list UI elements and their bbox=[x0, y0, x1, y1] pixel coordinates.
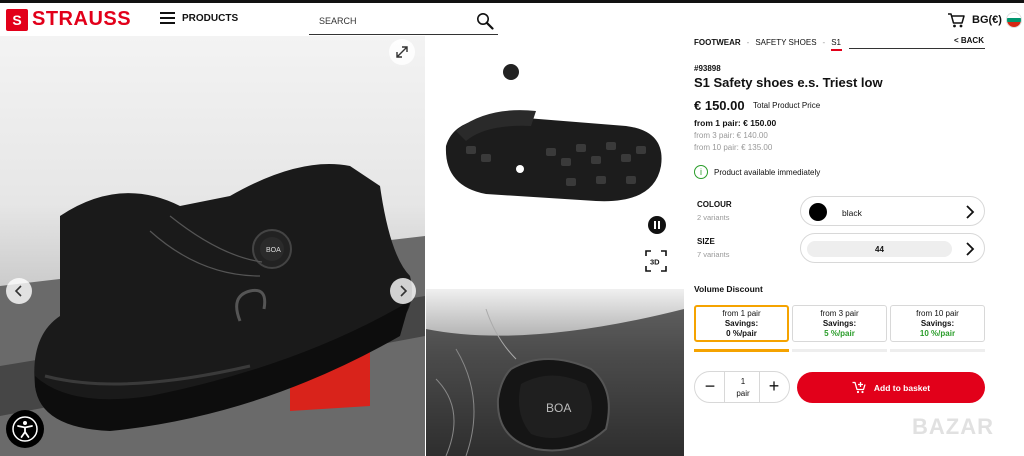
price-note: Total Product Price bbox=[753, 101, 821, 110]
view-3d-button[interactable]: 3D bbox=[645, 250, 667, 272]
volume-tier-savings: 10 %/pair bbox=[919, 329, 956, 338]
boa-dial-photo: BOA bbox=[426, 308, 684, 456]
breadcrumb-s1[interactable]: S1 bbox=[831, 38, 842, 51]
boa-detail-label: BOA bbox=[546, 401, 571, 415]
view-3d-label: 3D bbox=[650, 258, 660, 267]
chevron-left-icon bbox=[14, 285, 22, 297]
breadcrumb-separator: - bbox=[746, 37, 750, 47]
view-3d-icon: 3D bbox=[645, 250, 667, 272]
chevron-right-icon bbox=[966, 205, 975, 219]
colour-swatch-black bbox=[809, 203, 827, 221]
product-image-detail[interactable]: BOA bbox=[426, 289, 684, 456]
product-image-sole[interactable]: 3D bbox=[426, 36, 684, 288]
availability-status: i Product available immediately bbox=[694, 165, 820, 179]
volume-tier-savings-label: Savings: bbox=[920, 319, 955, 328]
products-menu-label: PRODUCTS bbox=[182, 12, 239, 24]
volume-tier-savings: 0 %/pair bbox=[726, 329, 757, 338]
volume-tier-10-pair[interactable]: from 10 pair Savings: 10 %/pair bbox=[890, 305, 985, 342]
colour-value: black bbox=[842, 208, 862, 218]
next-image-button[interactable] bbox=[390, 278, 416, 304]
quantity-stepper: − 1 pair + bbox=[694, 371, 790, 403]
quantity-input[interactable]: 1 bbox=[725, 377, 761, 386]
search-icon[interactable] bbox=[476, 12, 494, 30]
chevron-right-icon bbox=[966, 242, 975, 256]
size-selector[interactable]: 44 bbox=[800, 233, 985, 263]
breadcrumb-separator: - bbox=[822, 37, 826, 47]
search-input[interactable] bbox=[309, 9, 469, 33]
volume-tier-savings-label: Savings: bbox=[822, 319, 857, 328]
price-tier-2: from 3 pair: € 140.00 bbox=[694, 131, 768, 140]
volume-tier-indicator bbox=[890, 349, 985, 352]
previous-image-button[interactable] bbox=[6, 278, 32, 304]
volume-tier-1-pair[interactable]: from 1 pair Savings: 0 %/pair bbox=[694, 305, 789, 342]
product-price: € 150.00 bbox=[694, 98, 745, 113]
product-sku: #93898 bbox=[694, 64, 721, 73]
price-tier-1: from 1 pair: € 150.00 bbox=[694, 118, 777, 128]
pause-icon bbox=[654, 221, 660, 229]
chevron-right-icon bbox=[400, 285, 408, 297]
availability-text: Product available immediately bbox=[714, 167, 821, 177]
search-bar bbox=[309, 9, 498, 35]
expand-image-button[interactable] bbox=[389, 39, 415, 65]
back-link[interactable]: < BACK bbox=[954, 36, 984, 45]
bazar-watermark: BAZAR bbox=[912, 414, 994, 439]
accessibility-button[interactable] bbox=[6, 410, 44, 448]
breadcrumb: FOOTWEAR - SAFETY SHOES - S1 < BACK bbox=[694, 36, 986, 51]
info-icon: i bbox=[694, 165, 708, 179]
colour-selector[interactable]: black bbox=[800, 196, 985, 226]
strauss-logo[interactable]: S STRAUSS bbox=[6, 8, 131, 31]
product-image-main[interactable]: BOA bbox=[0, 36, 425, 456]
expand-icon bbox=[396, 46, 408, 58]
volume-tier-indicator bbox=[792, 349, 887, 352]
volume-tier-label: from 3 pair bbox=[820, 309, 859, 318]
quantity-decrease-button[interactable]: − bbox=[698, 375, 722, 399]
quantity-unit: pair bbox=[736, 389, 750, 398]
site-header: S STRAUSS PRODUCTS BG(€) bbox=[0, 0, 1024, 36]
hamburger-icon bbox=[160, 12, 175, 24]
size-value: 44 bbox=[807, 241, 952, 257]
breadcrumb-divider bbox=[849, 48, 985, 49]
logo-text: STRAUSS bbox=[32, 8, 132, 30]
language-currency-selector[interactable]: BG(€) bbox=[972, 14, 1002, 26]
volume-tier-indicator-selected bbox=[694, 349, 789, 352]
products-menu-button[interactable]: PRODUCTS bbox=[160, 12, 238, 24]
volume-tier-label: from 10 pair bbox=[916, 309, 959, 318]
price-tier-3: from 10 pair: € 135.00 bbox=[694, 143, 773, 152]
volume-tier-3-pair[interactable]: from 3 pair Savings: 5 %/pair bbox=[792, 305, 887, 342]
size-variants-count: 7 variants bbox=[697, 250, 730, 259]
flag-stripe-red bbox=[1007, 22, 1021, 27]
cart-plus-icon bbox=[852, 381, 866, 394]
boa-dial-label: BOA bbox=[266, 247, 281, 254]
colour-variants-count: 2 variants bbox=[697, 213, 730, 222]
volume-tier-savings: 5 %/pair bbox=[824, 329, 855, 338]
size-label: SIZE bbox=[697, 237, 715, 246]
breadcrumb-footwear[interactable]: FOOTWEAR bbox=[694, 38, 741, 47]
volume-tier-label: from 1 pair bbox=[722, 309, 761, 318]
pause-button[interactable] bbox=[648, 216, 666, 234]
product-info-panel: FOOTWEAR - SAFETY SHOES - S1 < BACK #938… bbox=[694, 36, 986, 456]
volume-discount-title: Volume Discount bbox=[694, 284, 763, 294]
product-title: S1 Safety shoes e.s. Triest low bbox=[694, 75, 883, 90]
quantity-increase-button[interactable]: + bbox=[762, 375, 786, 399]
stepper-divider bbox=[759, 372, 760, 402]
bulgaria-flag-icon[interactable] bbox=[1006, 12, 1022, 28]
add-to-basket-button[interactable]: Add to basket bbox=[797, 372, 985, 403]
volume-tier-savings-label: Savings: bbox=[724, 319, 759, 328]
breadcrumb-safety-shoes[interactable]: SAFETY SHOES bbox=[755, 38, 816, 47]
colour-label: COLOUR bbox=[697, 200, 732, 209]
add-to-basket-label: Add to basket bbox=[873, 382, 931, 393]
shoe-photo-main: BOA bbox=[0, 164, 425, 456]
accessibility-icon bbox=[12, 416, 38, 442]
cart-icon[interactable] bbox=[947, 11, 965, 29]
logo-mark: S bbox=[6, 8, 28, 31]
